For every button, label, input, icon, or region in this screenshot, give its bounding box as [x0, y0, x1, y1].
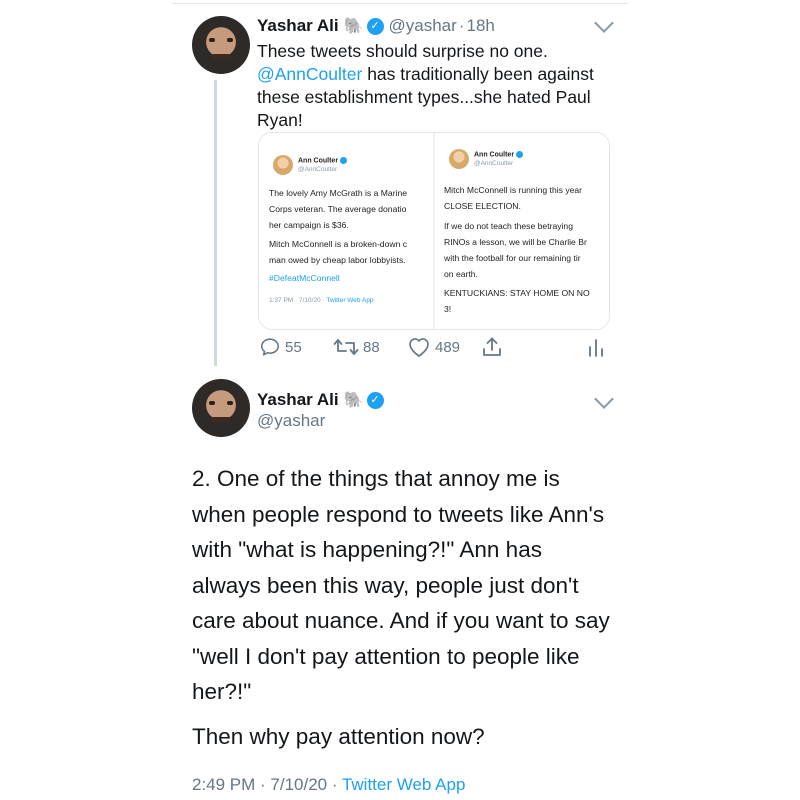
chevron-down-icon[interactable] — [594, 13, 614, 33]
avatar[interactable] — [192, 379, 250, 437]
screenshot-left[interactable]: Ann Coulter @AnnCoulter The lovely Amy M… — [259, 133, 435, 329]
author-name[interactable]: Yashar Ali — [257, 16, 339, 36]
tweet-timestamp[interactable]: 2:49 PM · 7/10/20 · — [192, 775, 342, 794]
top-divider — [172, 3, 628, 4]
tweet-paragraph: 2. One of the things that annoy me is wh… — [192, 466, 610, 704]
tweet2-body: 2. One of the things that annoy me is wh… — [192, 461, 612, 754]
tweet1-header: Yashar Ali 🐘 ✓ @yashar · 18h — [257, 15, 495, 37]
avatar — [449, 149, 469, 169]
tweet-text-line: These tweets should surprise no one. — [257, 41, 548, 61]
tweet-paragraph: Then why pay attention now? — [192, 723, 485, 749]
embedded-name-text: Ann Coulter — [298, 157, 339, 165]
embedded-text-line: Mitch McConnell is running this year — [444, 185, 583, 195]
like-count: 489 — [435, 338, 461, 356]
tweet1-text: These tweets should surprise no one. @An… — [257, 40, 617, 132]
verified-badge-icon: ✓ — [366, 391, 384, 409]
embedded-text-line: KENTUCKIANS: STAY HOME ON NO — [444, 288, 590, 298]
author-handle[interactable]: @yashar — [257, 411, 325, 431]
embedded-author-name: Ann Coulter — [474, 151, 524, 159]
reply-button[interactable]: 55 — [259, 336, 302, 358]
embedded-text-line: Mitch McConnell is a broken-down c — [269, 239, 408, 249]
embedded-text-line: If we do not teach these betraying — [444, 221, 573, 231]
embedded-text-line: with the football for our remaining tir — [444, 253, 581, 263]
retweet-count: 88 — [363, 338, 380, 356]
avatar[interactable] — [192, 16, 250, 74]
retweet-button[interactable]: 88 — [333, 336, 380, 358]
like-button[interactable]: 489 — [407, 336, 460, 358]
embedded-author-name: Ann Coulter — [298, 157, 348, 165]
chevron-down-icon[interactable] — [594, 389, 614, 409]
embedded-text-line: on earth. — [444, 269, 478, 279]
embedded-handle: @AnnCoulter — [474, 160, 514, 167]
verified-badge-icon — [340, 157, 348, 164]
thread-connector — [214, 80, 217, 366]
tweet-actions: 55 88 489 — [257, 336, 617, 360]
mention-link[interactable]: @AnnCoulter — [257, 64, 362, 84]
embedded-text-line: her campaign is $36. — [269, 220, 349, 230]
author-handle[interactable]: @yashar — [389, 16, 457, 36]
embedded-text-line: CLOSE ELECTION. — [444, 201, 521, 211]
author-name[interactable]: Yashar Ali — [257, 390, 339, 410]
share-button[interactable] — [481, 336, 503, 358]
tweet-source-link[interactable]: Twitter Web App — [342, 775, 465, 794]
embedded-handle: @AnnCoulter — [298, 166, 338, 173]
tweet2-header: Yashar Ali 🐘 ✓ — [257, 389, 384, 411]
embedded-text-line: The lovely Amy McGrath is a Marine — [269, 188, 408, 198]
heart-icon — [409, 338, 429, 357]
embedded-meta: 1:37 PM · 7/10/20 · Twitter Web App — [269, 297, 374, 304]
embedded-text-line: man owed by cheap labor lobbyists. — [269, 255, 406, 265]
share-icon — [483, 337, 501, 356]
avatar — [273, 155, 293, 175]
embedded-text-line: 3! — [444, 304, 452, 314]
verified-badge-icon: ✓ — [366, 17, 384, 35]
screenshot-right[interactable]: Ann Coulter @AnnCoulter Mitch McConnell … — [435, 133, 609, 329]
tweet-footer: 2:49 PM · 7/10/20 · Twitter Web App — [192, 775, 465, 795]
reply-icon — [260, 338, 280, 356]
attached-images[interactable]: Ann Coulter @AnnCoulter The lovely Amy M… — [258, 132, 610, 330]
embedded-time: 1:37 PM · 7/10/20 · — [269, 297, 327, 304]
tweet-time[interactable]: 18h — [466, 16, 494, 36]
analytics-button[interactable] — [587, 336, 605, 358]
retweet-icon — [333, 339, 359, 355]
verified-badge-icon — [516, 151, 524, 158]
elephant-icon: 🐘 — [343, 392, 364, 409]
separator-dot: · — [458, 16, 465, 35]
hashtag: #DefeatMcConnell — [269, 273, 340, 283]
reply-count: 55 — [285, 338, 302, 356]
embedded-text-line: Corps veteran. The average donatio — [269, 204, 407, 214]
embedded-text-line: RINOs a lesson, we will be Charlie Br — [444, 237, 587, 247]
elephant-icon: 🐘 — [343, 18, 364, 35]
embedded-name-text: Ann Coulter — [474, 151, 515, 159]
embedded-source: Twitter Web App — [326, 297, 374, 304]
analytics-icon — [589, 339, 603, 357]
